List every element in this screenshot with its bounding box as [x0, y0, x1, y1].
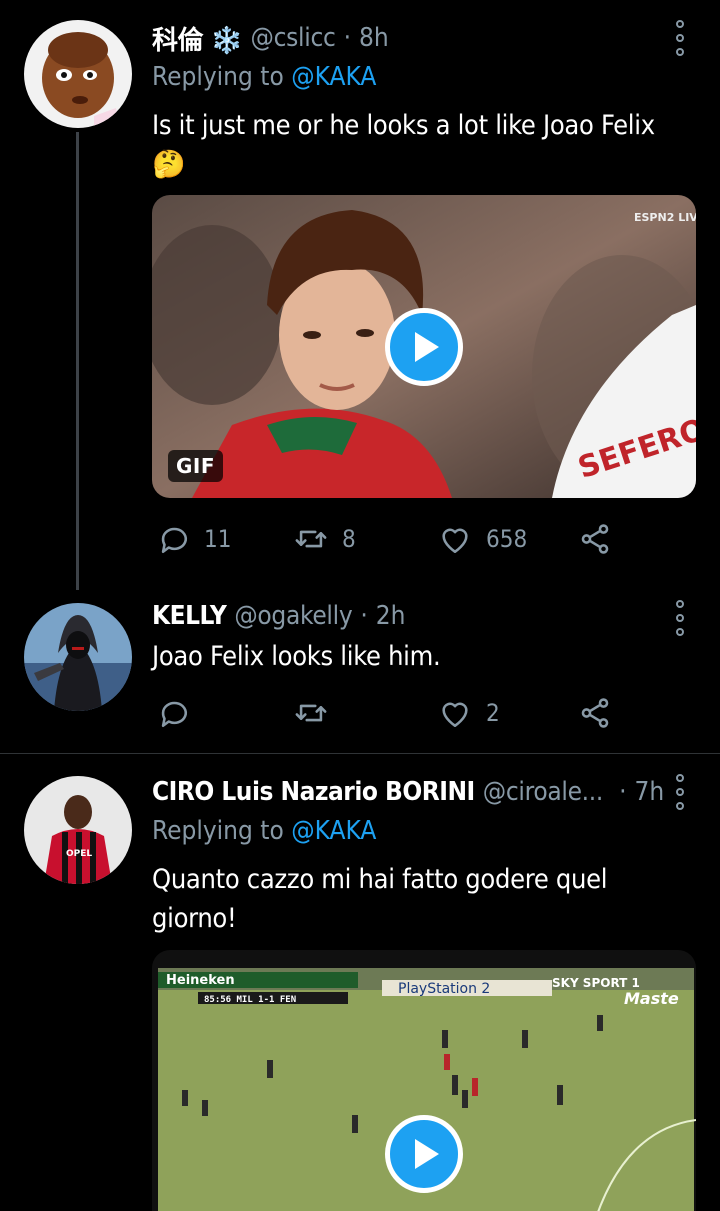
- tweet-2[interactable]: KELLY @ogakelly · 2h Joao Felix looks li…: [0, 590, 720, 753]
- channel-logo: SKY SPORT 1: [552, 976, 640, 990]
- scoreboard: 85:56 MIL 1-1 FEN: [204, 995, 296, 1005]
- display-name[interactable]: 科倫 ❄️: [152, 20, 243, 57]
- tweet-3[interactable]: OPEL CIRO Luis Nazario BORINI @ciroale..…: [0, 754, 720, 1211]
- tweet-text: Quanto cazzo mi hai fatto godere quel gi…: [152, 864, 608, 934]
- share-button[interactable]: [578, 691, 612, 735]
- avatar[interactable]: [24, 603, 132, 711]
- tweet-actions: 2: [152, 691, 700, 735]
- retweet-button[interactable]: [294, 691, 328, 735]
- like-icon: [442, 702, 468, 728]
- mention-link[interactable]: @KAKA: [291, 816, 376, 846]
- gif-badge: GIF: [168, 450, 224, 482]
- like-icon: [442, 528, 468, 554]
- video-media[interactable]: Heineken PlayStation 2 85:56 MIL 1-1 FEN…: [152, 950, 696, 1211]
- tweet-text: Is it just me or he looks a lot like Joa…: [152, 106, 700, 184]
- display-name[interactable]: KELLY: [152, 601, 227, 631]
- gif-media[interactable]: SEFEROVIC ESPN2 LIVE GIF: [152, 195, 696, 498]
- tweet-header: KELLY @ogakelly · 2h: [152, 596, 406, 636]
- share-icon: [581, 698, 609, 728]
- ad-board-mastercard: Maste: [624, 989, 679, 1008]
- thread-line: [76, 132, 79, 590]
- replying-to: Replying to @KAKA: [152, 62, 376, 92]
- tweet-header: CIRO Luis Nazario BORINI @ciroale... · 7…: [152, 772, 664, 812]
- timestamp[interactable]: 7h: [635, 777, 665, 807]
- more-icon[interactable]: [672, 20, 688, 56]
- mention-link[interactable]: @KAKA: [291, 62, 376, 92]
- separator-dot: ·: [343, 23, 352, 53]
- retweet-button[interactable]: 8: [294, 517, 356, 561]
- svg-text:OPEL: OPEL: [66, 849, 92, 859]
- user-handle[interactable]: @cslicc: [251, 23, 336, 53]
- more-icon[interactable]: [672, 600, 688, 636]
- retweet-icon: [295, 530, 327, 548]
- reply-count: 11: [204, 525, 232, 553]
- reply-icon: [161, 701, 188, 728]
- separator-dot: ·: [360, 601, 368, 631]
- replying-to: Replying to @KAKA: [152, 816, 376, 846]
- like-button[interactable]: 2: [438, 691, 500, 735]
- like-button[interactable]: 658: [438, 517, 527, 561]
- avatar[interactable]: [24, 20, 132, 128]
- separator-dot: ·: [619, 777, 627, 807]
- retweet-count: 8: [342, 525, 356, 553]
- display-name[interactable]: CIRO Luis Nazario BORINI: [152, 777, 475, 807]
- timestamp[interactable]: 8h: [359, 23, 389, 53]
- reply-button[interactable]: 11: [156, 517, 231, 561]
- avatar[interactable]: OPEL: [24, 776, 132, 884]
- retweet-icon: [295, 704, 327, 722]
- more-icon[interactable]: [672, 774, 688, 810]
- tweet-text: Joao Felix looks like him.: [152, 641, 441, 672]
- share-icon: [581, 524, 609, 554]
- tweet-actions: 11 8 658: [152, 517, 700, 561]
- like-count: 658: [486, 525, 528, 553]
- tweet-header: 科倫 ❄️ @cslicc · 8h: [152, 18, 389, 58]
- like-count: 2: [486, 699, 500, 727]
- play-icon[interactable]: [385, 308, 463, 386]
- broadcast-logo: ESPN2 LIVE: [634, 211, 696, 224]
- reply-icon: [161, 527, 188, 554]
- play-icon[interactable]: [385, 1115, 463, 1193]
- tweet-text-body: Is it just me or he looks a lot like Joa…: [152, 110, 655, 141]
- thinking-face-emoji: 🤔: [152, 149, 186, 180]
- user-handle[interactable]: @ogakelly: [234, 601, 352, 631]
- share-button[interactable]: [578, 517, 612, 561]
- timestamp[interactable]: 2h: [376, 601, 406, 631]
- tweet-1[interactable]: 科倫 ❄️ @cslicc · 8h Replying to @KAKA Is …: [0, 0, 720, 590]
- reply-button[interactable]: [156, 691, 190, 735]
- user-handle[interactable]: @ciroale...: [483, 777, 604, 807]
- replying-to-prefix: Replying to: [152, 816, 292, 846]
- ad-board-playstation: PlayStation 2: [398, 981, 490, 997]
- replying-to-prefix: Replying to: [152, 62, 292, 92]
- ad-board-heineken: Heineken: [166, 973, 235, 988]
